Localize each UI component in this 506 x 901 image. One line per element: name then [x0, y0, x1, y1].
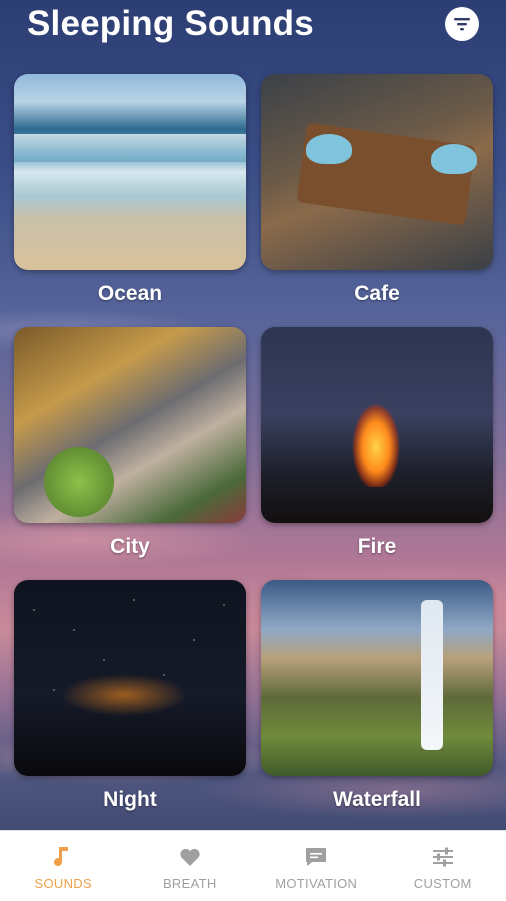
sound-card-label: Waterfall [261, 788, 493, 812]
stars-shape [14, 580, 246, 776]
page-title: Sleeping Sounds [27, 4, 314, 44]
sound-card-label: City [14, 535, 246, 559]
cafe-image [261, 74, 493, 270]
bottom-tab-bar: SOUNDS BREATH MOTIVATION [0, 830, 506, 901]
app-header: Sleeping Sounds [0, 0, 506, 48]
tab-motivation[interactable]: MOTIVATION [253, 831, 380, 901]
wave-shape [14, 134, 246, 162]
sound-card-ocean[interactable]: Ocean [14, 74, 246, 306]
tab-label: CUSTOM [414, 876, 472, 891]
sound-card-city[interactable]: City [14, 327, 246, 559]
night-image [14, 580, 246, 776]
filter-list-icon [452, 14, 472, 34]
sound-card-label: Ocean [14, 282, 246, 306]
waterfall-image [261, 580, 493, 776]
sound-card-waterfall[interactable]: Waterfall [261, 580, 493, 812]
city-image [14, 327, 246, 523]
sound-card-label: Night [14, 788, 246, 812]
heart-icon [179, 847, 201, 867]
sound-card-cafe[interactable]: Cafe [261, 74, 493, 306]
sound-card-night[interactable]: Night [14, 580, 246, 812]
tab-sounds[interactable]: SOUNDS [0, 831, 127, 901]
sound-card-label: Cafe [261, 282, 493, 306]
tab-breath[interactable]: BREATH [127, 831, 254, 901]
tab-label: BREATH [163, 876, 217, 891]
flame-shape [341, 377, 411, 487]
sound-card-fire[interactable]: Fire [261, 327, 493, 559]
tab-custom[interactable]: CUSTOM [380, 831, 506, 901]
music-note-icon [54, 845, 72, 869]
tab-label: SOUNDS [35, 876, 92, 891]
filter-button[interactable] [445, 7, 479, 41]
sound-card-label: Fire [261, 535, 493, 559]
sliders-icon [431, 846, 455, 868]
fire-image [261, 327, 493, 523]
tree-shape [44, 447, 114, 517]
lamp-shape [431, 144, 477, 174]
tab-label: MOTIVATION [275, 876, 357, 891]
chat-bubble-icon [304, 846, 328, 868]
lamp-shape [306, 134, 352, 164]
ocean-image [14, 74, 246, 270]
waterfall-shape [421, 600, 443, 750]
